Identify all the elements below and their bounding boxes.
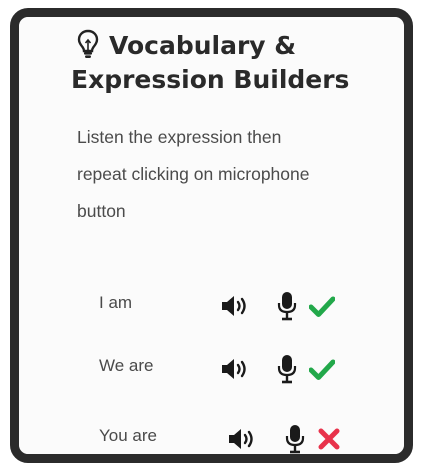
checkmark-icon xyxy=(309,359,335,380)
device-frame: Vocabulary & Expression Builders Listen … xyxy=(10,8,413,463)
expression-row-1: I am xyxy=(19,285,404,325)
cross-icon xyxy=(318,428,340,450)
microphone-icon[interactable] xyxy=(277,354,297,384)
speaker-icon[interactable] xyxy=(220,356,252,382)
page-title: Vocabulary & Expression Builders xyxy=(71,29,350,97)
instructions-line-1: Listen the expression then xyxy=(77,127,282,147)
expression-text: I am xyxy=(99,293,133,312)
expression-row-3: You are xyxy=(19,418,404,454)
expression-text: You are xyxy=(99,426,157,445)
speaker-icon[interactable] xyxy=(227,426,259,452)
title-line-1: Vocabulary & xyxy=(109,31,297,60)
microphone-icon[interactable] xyxy=(285,424,305,454)
expression-text: We are xyxy=(99,356,154,375)
checkmark-icon xyxy=(309,296,335,317)
speaker-icon[interactable] xyxy=(220,293,252,319)
instructions: Listen the expression then repeat clicki… xyxy=(77,119,377,230)
microphone-icon[interactable] xyxy=(277,291,297,321)
title-line-2: Expression Builders xyxy=(71,65,350,94)
instructions-line-2: repeat clicking on microphone xyxy=(77,164,310,184)
expression-row-2: We are xyxy=(19,348,404,388)
exercise-card: Vocabulary & Expression Builders Listen … xyxy=(19,17,404,454)
instructions-line-3: button xyxy=(77,201,126,221)
